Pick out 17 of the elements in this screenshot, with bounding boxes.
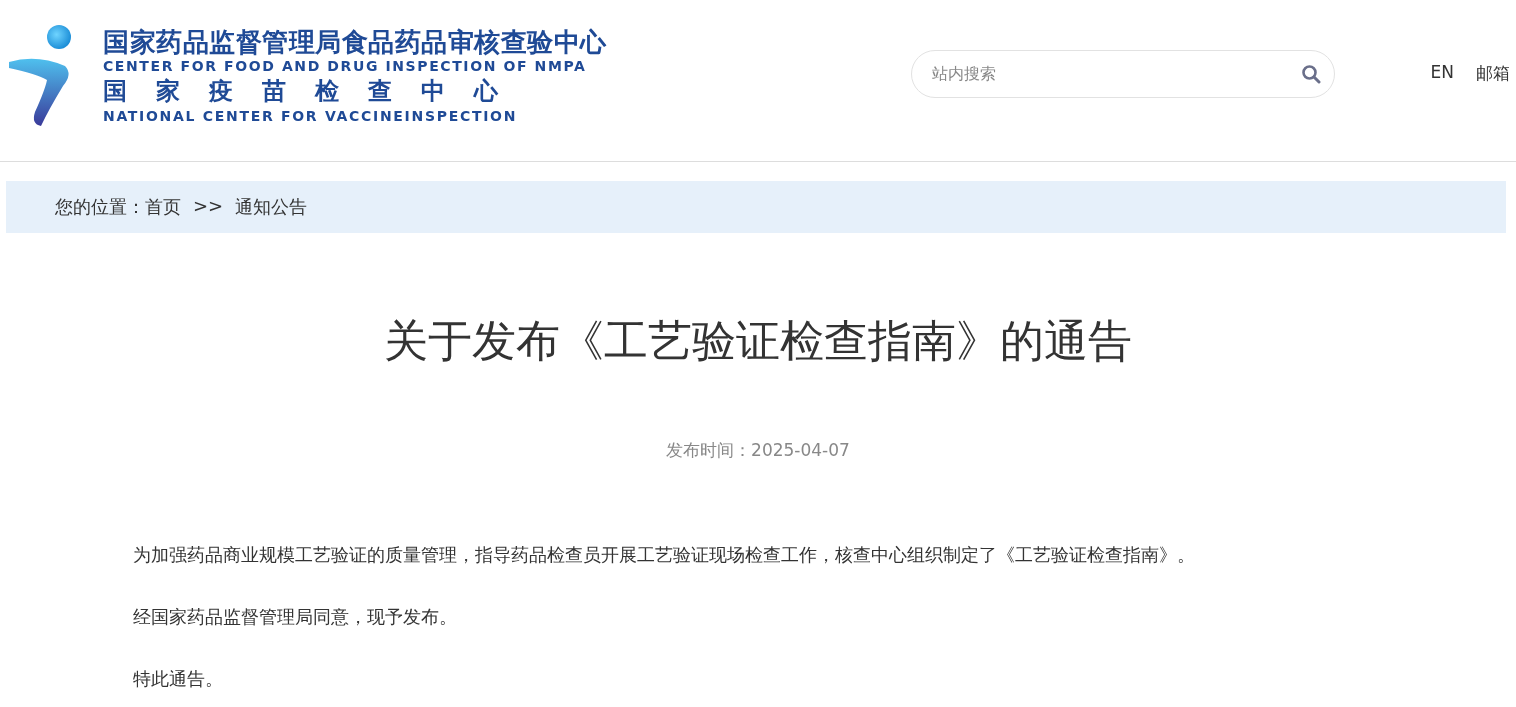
breadcrumb-label: 您的位置： <box>55 195 145 219</box>
logo-subtitle: NATIONAL CENTER FOR VACCINEINSPECTION <box>103 106 519 125</box>
search-field[interactable]: 站内搜索 <box>910 49 1335 98</box>
publish-date: 发布时间：2025-04-07 <box>665 439 851 462</box>
header-link[interactable]: EN <box>1430 62 1454 85</box>
breadcrumb-separator: >> <box>193 195 224 218</box>
paragraph: 经国家药品监督管理局同意，现予发布。 <box>133 605 458 629</box>
search-icon[interactable] <box>1300 63 1321 84</box>
breadcrumb-link[interactable]: 通知公告 <box>235 195 308 219</box>
header-link[interactable]: 邮箱 <box>1476 62 1510 85</box>
logo-subtitle: CENTER FOR FOOD AND DRUG INSPECTION OF NMPA <box>103 56 588 75</box>
paragraph: 特此通告。 <box>133 667 224 691</box>
logo-title: 国家药品监督管理局食品药品审核查验中心 <box>103 26 607 57</box>
breadcrumb-link[interactable]: 首页 <box>145 195 181 219</box>
logo-title: 国家疫苗检查中心 <box>103 75 528 107</box>
paragraph: 为加强药品商业规模工艺验证的质量管理，指导药品检查员开展工艺验证现场检查工作，核查中心组织制定了《工艺验证检查指南》。 <box>133 543 1196 567</box>
article-title: 关于发布《工艺验证检查指南》的通告 <box>383 314 1133 368</box>
